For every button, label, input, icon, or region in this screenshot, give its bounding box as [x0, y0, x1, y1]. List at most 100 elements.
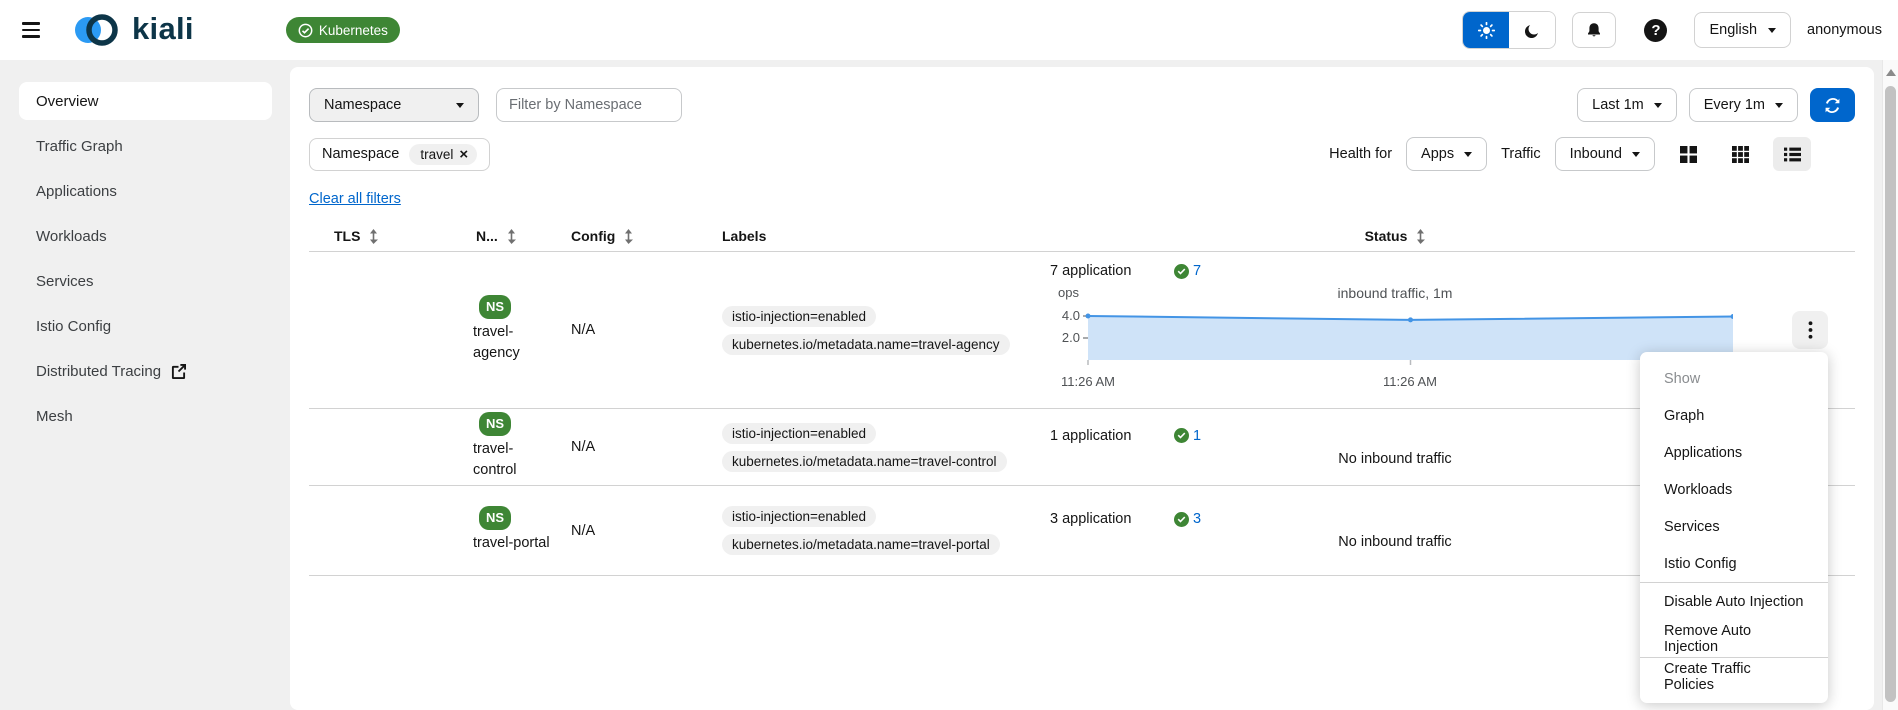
sidebar-item-services[interactable]: Services — [19, 262, 272, 300]
vertical-scrollbar[interactable] — [1882, 60, 1898, 710]
column-header-label: Status — [1364, 228, 1408, 244]
health-for-value: Apps — [1421, 146, 1455, 162]
namespace-filter-input[interactable] — [496, 88, 682, 122]
column-header-n[interactable]: N... — [466, 228, 556, 244]
app-count-label: 1 application — [1050, 427, 1132, 444]
traffic-direction-dropdown[interactable]: Inbound — [1554, 137, 1655, 171]
language-dropdown[interactable]: English — [1694, 12, 1792, 48]
toolbar-row-2: Namespace travel × Health for Apps Traff… — [309, 137, 1855, 171]
nav-toggle-hamburger-icon[interactable] — [22, 22, 40, 38]
label-chip: kubernetes.io/metadata.name=travel-contr… — [722, 450, 1007, 472]
sort-icon[interactable] — [1416, 228, 1426, 244]
namespace-row-travel-portal: NS travel-portal N/A istio-injection=ena… — [309, 486, 1855, 576]
column-header-config[interactable]: Config — [556, 228, 720, 244]
refresh-interval-dropdown[interactable]: Every 1m — [1688, 88, 1798, 122]
list-icon — [1783, 147, 1801, 161]
sidebar-item-overview[interactable]: Overview — [19, 82, 272, 120]
health-check-icon — [1174, 263, 1189, 279]
namespace-badge: NS — [479, 506, 512, 530]
namespace-name-cell: NS travel-portal — [466, 506, 556, 554]
bell-icon — [1588, 23, 1601, 37]
y-axis-tick-label: 2.0 — [1061, 330, 1080, 345]
namespace-badge: NS — [479, 412, 512, 436]
active-filter-category: Namespace — [322, 146, 400, 162]
refresh-button[interactable] — [1810, 88, 1855, 122]
namespace-name[interactable]: travel-control — [473, 439, 553, 483]
namespace-row-travel-control: NS travel-control N/A istio-injection=en… — [309, 409, 1855, 486]
namespaces-table: TLS N... Config Labels Status NS travel-… — [309, 228, 1855, 576]
column-header-tls[interactable]: TLS — [309, 228, 466, 244]
menu-item-disable-auto-injection[interactable]: Disable Auto Injection — [1640, 583, 1828, 620]
health-for-dropdown[interactable]: Apps — [1406, 137, 1488, 171]
sidebar-item-mesh[interactable]: Mesh — [19, 397, 272, 435]
clear-all-filters-link[interactable]: Clear all filters — [309, 191, 401, 207]
menu-item-remove-auto-injection[interactable]: Remove Auto Injection — [1640, 620, 1828, 657]
chevron-down-icon — [1768, 27, 1777, 33]
menu-item-graph[interactable]: Graph — [1640, 397, 1828, 434]
namespace-name[interactable]: travel-agency — [473, 322, 553, 366]
sidebar-item-applications[interactable]: Applications — [19, 172, 272, 210]
chevron-down-icon — [1775, 102, 1783, 108]
menu-item-services[interactable]: Services — [1640, 508, 1828, 545]
sidebar-item-workloads[interactable]: Workloads — [19, 217, 272, 255]
sort-icon[interactable] — [369, 228, 379, 244]
brand-name: kiali — [132, 10, 194, 46]
column-header-labels[interactable]: Labels — [720, 228, 1050, 244]
compact-grid-icon — [1679, 145, 1697, 163]
list-view-button[interactable] — [1773, 137, 1811, 171]
menu-item-istio-config[interactable]: Istio Config — [1640, 545, 1828, 582]
health-status: 3 — [1174, 511, 1201, 527]
y-axis-tick-label: 4.0 — [1061, 308, 1080, 323]
sidebar-item-istio-config[interactable]: Istio Config — [19, 307, 272, 345]
inbound-traffic-sparkline[interactable]: ops inbound traffic, 1m 4.0 2.0 11:26 AM 11:2… — [1050, 281, 1740, 393]
namespace-name-cell: NS travel-agency — [466, 295, 556, 365]
kebab-icon — [1808, 321, 1812, 339]
sidebar-item-label: Istio Config — [36, 317, 112, 335]
menu-item-applications[interactable]: Applications — [1640, 434, 1828, 471]
labels-cell: istio-injection=enabled kubernetes.io/met… — [720, 506, 1050, 555]
healthy-count-link[interactable]: 7 — [1193, 263, 1201, 279]
dark-theme-button[interactable] — [1509, 12, 1556, 48]
page-body: Overview Traffic Graph Applications Work… — [0, 60, 1898, 710]
traffic-direction-value: Inbound — [1569, 146, 1622, 162]
compact-view-button[interactable] — [1669, 137, 1707, 171]
remove-filter-icon[interactable]: × — [459, 147, 468, 162]
sort-icon[interactable] — [507, 228, 516, 244]
chevron-down-icon — [456, 102, 464, 108]
sort-icon[interactable] — [624, 228, 634, 244]
filter-type-dropdown[interactable]: Namespace — [309, 88, 479, 122]
notifications-button[interactable] — [1572, 12, 1617, 48]
sidebar: Overview Traffic Graph Applications Work… — [0, 60, 280, 710]
label-chip: istio-injection=enabled — [722, 506, 876, 527]
duration-dropdown[interactable]: Last 1m — [1577, 88, 1677, 122]
toolbar-row-1: Namespace Last 1m Every 1m — [309, 88, 1855, 122]
healthy-count-link[interactable]: 3 — [1193, 511, 1201, 527]
refresh-interval-value: Every 1m — [1703, 97, 1765, 113]
light-theme-button[interactable] — [1463, 12, 1510, 48]
column-header-label: N... — [476, 228, 498, 244]
scrollbar-thumb[interactable] — [1885, 86, 1896, 702]
column-header-status[interactable]: Status — [1050, 228, 1855, 244]
menu-item-create-traffic-policies[interactable]: Create Traffic Policies — [1640, 658, 1828, 695]
namespace-row-travel-agency: NS travel-agency N/A istio-injection=ena… — [309, 252, 1855, 409]
expand-view-button[interactable] — [1721, 137, 1759, 171]
masthead: kiali Kubernetes ? English anonymous — [0, 0, 1898, 60]
sidebar-item-distributed-tracing[interactable]: Distributed Tracing — [19, 352, 272, 390]
kiali-logo: kiali — [70, 10, 194, 50]
config-status: N/A — [571, 439, 596, 455]
sidebar-item-traffic-graph[interactable]: Traffic Graph — [19, 127, 272, 165]
label-chip: kubernetes.io/metadata.name=travel-porta… — [722, 534, 1000, 555]
sidebar-item-label: Services — [36, 272, 94, 290]
kiali-logo-icon — [75, 14, 118, 46]
menu-item-workloads[interactable]: Workloads — [1640, 471, 1828, 508]
filter-chip: travel × — [409, 143, 478, 165]
kebab-menu-button[interactable] — [1792, 311, 1828, 349]
status-summary: 7 application 7 — [1050, 263, 1855, 279]
scrollbar-up-arrow-icon[interactable] — [1886, 69, 1896, 76]
sparkline-svg — [1083, 313, 1733, 365]
status-text: No inbound traffic — [1338, 534, 1452, 550]
healthy-count-link[interactable]: 1 — [1193, 428, 1201, 444]
help-icon[interactable]: ? — [1644, 18, 1668, 42]
namespace-name[interactable]: travel-portal — [473, 533, 553, 555]
sidebar-item-label: Overview — [36, 92, 99, 110]
